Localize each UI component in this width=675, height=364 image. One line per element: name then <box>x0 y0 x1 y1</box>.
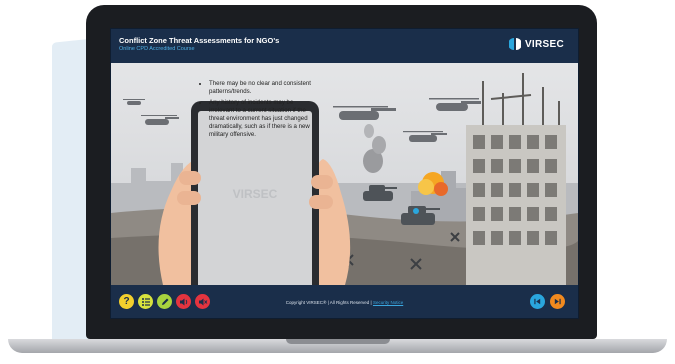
course-header: Conflict Zone Threat Assessments for NGO… <box>111 29 578 63</box>
copyright-notice: Copyright VIRSEC® | All Rights Reserved … <box>111 300 578 305</box>
course-subtitle: Online CPD Accredited Course <box>119 46 195 52</box>
brand-logo: VIRSEC <box>508 37 564 51</box>
skip-forward-icon <box>554 298 561 305</box>
brand-name: VIRSEC <box>524 38 564 50</box>
course-title: Conflict Zone Threat Assessments for NGO… <box>119 36 280 45</box>
bullet-item: Any history of incidents may be irreleva… <box>209 99 318 139</box>
laptop-notch <box>286 339 390 344</box>
conflict-zone-illustration: VIRSEC <box>111 63 578 285</box>
copyright-text: Copyright VIRSEC® | All Rights Reserved … <box>285 300 372 305</box>
previous-button[interactable] <box>530 294 545 309</box>
bullet-item: There may be no clear and consistent pat… <box>209 80 318 96</box>
phone-watermark: VIRSEC <box>233 187 278 201</box>
next-button[interactable] <box>550 294 565 309</box>
course-footer: ? Copyright VIRSEC® | All Rights Reserve… <box>111 285 578 318</box>
virsec-logo-icon <box>508 38 521 50</box>
skip-back-icon <box>534 298 541 305</box>
security-notice-link[interactable]: Security Notice <box>373 300 403 305</box>
phone-bullet-list: There may be no clear and consistent pat… <box>200 80 318 141</box>
course-player: Conflict Zone Threat Assessments for NGO… <box>110 28 579 319</box>
